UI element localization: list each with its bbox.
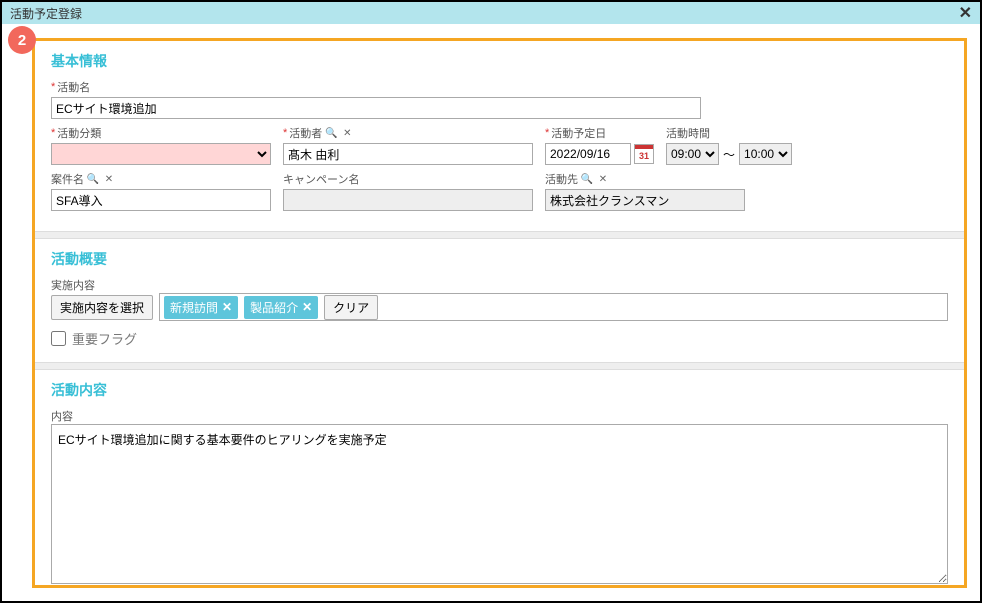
activity-target-label: 活動先 🔍 ✕ <box>545 171 745 187</box>
activity-category-label: *活動分類 <box>51 125 271 141</box>
window-title: 活動予定登録 <box>10 5 82 22</box>
activity-person-input[interactable] <box>283 143 533 165</box>
tag-item: 製品紹介 ✕ <box>244 296 318 319</box>
section-detail-title: 活動内容 <box>51 380 948 400</box>
tag-item: 新規訪問 ✕ <box>164 296 238 319</box>
content-label: 内容 <box>51 411 73 423</box>
section-summary: 活動概要 実施内容 実施内容を選択 新規訪問 ✕ 製品紹介 ✕ クリア 重要フラ… <box>35 239 964 362</box>
impl-label: 実施内容 <box>51 280 95 292</box>
select-impl-button[interactable]: 実施内容を選択 <box>51 295 153 320</box>
section-basic-title: 基本情報 <box>51 51 948 71</box>
section-basic: 基本情報 *活動名 *活動分類 *活動者 🔍 ✕ <box>35 41 964 231</box>
important-flag-checkbox[interactable] <box>51 331 66 346</box>
search-icon[interactable]: 🔍 <box>580 172 594 186</box>
case-name-label: 案件名 🔍 ✕ <box>51 171 271 187</box>
window-titlebar: 活動予定登録 ✕ <box>2 2 980 24</box>
clear-tags-button[interactable]: クリア <box>324 295 378 320</box>
activity-target-input <box>545 189 745 211</box>
search-icon[interactable]: 🔍 <box>324 126 338 140</box>
remove-tag-icon[interactable]: ✕ <box>222 300 232 314</box>
activity-name-input[interactable] <box>51 97 701 119</box>
case-name-input[interactable] <box>51 189 271 211</box>
calendar-icon[interactable]: 31 <box>634 144 654 164</box>
clear-icon[interactable]: ✕ <box>102 172 116 186</box>
activity-name-label: *活動名 <box>51 79 948 95</box>
close-icon[interactable]: ✕ <box>959 3 972 23</box>
campaign-name-label: キャンペーン名 <box>283 171 533 187</box>
time-from-select[interactable]: 09:00 <box>666 143 719 165</box>
time-to-select[interactable]: 10:00 <box>739 143 792 165</box>
time-separator: ～ <box>723 146 735 163</box>
scheduled-date-input[interactable] <box>545 143 631 165</box>
section-detail: 活動内容 内容 <box>35 370 964 588</box>
section-summary-title: 活動概要 <box>51 249 948 269</box>
activity-person-label: *活動者 🔍 ✕ <box>283 125 533 141</box>
activity-category-select[interactable] <box>51 143 271 165</box>
step-badge: 2 <box>8 26 36 54</box>
divider <box>35 231 964 239</box>
divider <box>35 362 964 370</box>
clear-icon[interactable]: ✕ <box>340 126 354 140</box>
activity-time-label: 活動時間 <box>666 125 792 141</box>
form-panel: 基本情報 *活動名 *活動分類 *活動者 🔍 ✕ <box>32 38 967 588</box>
content-textarea[interactable] <box>51 424 948 584</box>
search-icon[interactable]: 🔍 <box>86 172 100 186</box>
remove-tag-icon[interactable]: ✕ <box>302 300 312 314</box>
scheduled-date-label: * 活動予定日 <box>545 125 654 141</box>
impl-tagbox: 新規訪問 ✕ 製品紹介 ✕ クリア <box>159 293 948 321</box>
campaign-name-input <box>283 189 533 211</box>
important-flag-label: 重要フラグ <box>72 329 137 348</box>
clear-icon[interactable]: ✕ <box>596 172 610 186</box>
